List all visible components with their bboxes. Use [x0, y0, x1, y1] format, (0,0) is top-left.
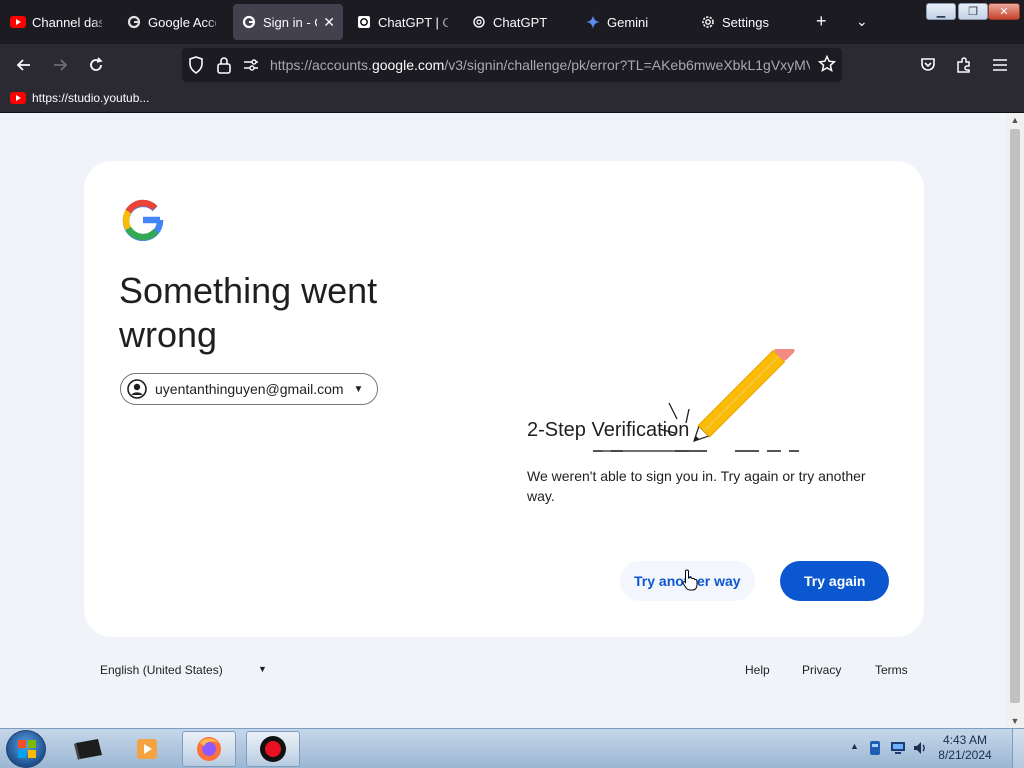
pocket-icon[interactable] — [914, 52, 942, 78]
minimize-window-button[interactable]: ▁ — [926, 3, 956, 20]
browser-tab-strip: Channel dash Google Acco Sign in - G ✕ C… — [0, 0, 1024, 44]
close-tab-icon[interactable]: ✕ — [323, 14, 335, 31]
terms-link[interactable]: Terms — [875, 663, 908, 677]
error-message: We weren't able to sign you in. Try agai… — [527, 468, 866, 504]
media-player-icon[interactable] — [120, 731, 174, 767]
bookmark-label: https://studio.youtub... — [32, 91, 150, 105]
sign-in-card: Something went wrong uyentanthinguyen@gm… — [84, 161, 924, 637]
gear-icon — [700, 14, 716, 30]
help-link[interactable]: Help — [745, 663, 770, 677]
privacy-link[interactable]: Privacy — [802, 663, 841, 677]
page-title: Something went wrong — [119, 270, 378, 355]
tab-settings[interactable]: Settings — [692, 4, 800, 40]
show-hidden-icons-chevron-icon[interactable]: ▲ — [850, 741, 859, 751]
show-desktop-button[interactable] — [1012, 729, 1024, 768]
address-bar[interactable]: https://accounts.google.com/v3/signin/ch… — [182, 48, 842, 82]
lock-icon[interactable] — [216, 56, 232, 79]
account-email: uyentanthinguyen@gmail.com — [155, 381, 344, 397]
scrollbar-thumb[interactable] — [1010, 129, 1020, 703]
clock-time: 4:43 AM — [942, 733, 988, 747]
caret-down-icon: ▼ — [258, 664, 267, 674]
tab-label: Settings — [722, 14, 769, 30]
firefox-taskbar-icon[interactable] — [182, 731, 236, 767]
account-chooser-button[interactable]: uyentanthinguyen@gmail.com ▼ — [120, 373, 379, 405]
network-icon[interactable] — [890, 741, 906, 760]
google-logo-icon — [122, 199, 164, 246]
chatgpt-icon — [356, 14, 372, 30]
tab-label: Sign in - G — [263, 14, 317, 30]
system-tray: ▲ 4:43 AM 8/21/2024 — [844, 729, 1024, 768]
try-again-button[interactable]: Try again — [780, 561, 890, 601]
youtube-icon — [10, 14, 26, 30]
account-circle-icon — [127, 379, 147, 399]
gemini-icon — [585, 14, 601, 30]
back-arrow-icon[interactable] — [10, 52, 38, 78]
vertical-scrollbar[interactable]: ▲ ▼ — [1006, 113, 1024, 728]
shield-icon[interactable] — [188, 56, 204, 79]
list-all-tabs-chevron-icon[interactable]: ⌄ — [856, 10, 868, 32]
forward-arrow-icon[interactable] — [46, 52, 74, 78]
taskbar-app-icon[interactable] — [62, 731, 116, 767]
tab-label: Gemini — [607, 14, 649, 30]
tab-gemini[interactable]: Gemini — [577, 4, 685, 40]
tab-label: ChatGPT — [493, 14, 548, 30]
youtube-icon — [10, 92, 26, 104]
google-icon — [126, 14, 142, 30]
extensions-puzzle-icon[interactable] — [950, 52, 978, 78]
hamburger-menu-icon[interactable] — [986, 52, 1014, 78]
browser-navigation-bar: https://accounts.google.com/v3/signin/ch… — [0, 44, 1024, 86]
verification-subtitle: 2-Step Verification — [527, 419, 690, 441]
tab-chatgpt[interactable]: ChatGPT — [463, 4, 571, 40]
site-permissions-icon[interactable] — [242, 57, 260, 78]
language-selector[interactable]: English (United States) ▼ — [100, 663, 267, 677]
url-text[interactable]: https://accounts.google.com/v3/signin/ch… — [270, 57, 810, 73]
start-button[interactable] — [6, 730, 46, 768]
clock-date: 8/21/2024 — [938, 748, 992, 762]
hand-cursor-icon — [682, 569, 698, 591]
scroll-up-arrow-icon[interactable]: ▲ — [1006, 113, 1024, 127]
tab-google-account[interactable]: Google Acco — [118, 4, 224, 40]
google-icon — [241, 14, 257, 30]
reload-icon[interactable] — [82, 52, 110, 78]
tray-app-icon[interactable] — [868, 740, 882, 761]
tab-channel-dashboard[interactable]: Channel dash — [2, 4, 110, 40]
bookmarks-toolbar: https://studio.youtub... — [0, 86, 1024, 113]
language-label: English (United States) — [100, 663, 223, 677]
volume-icon[interactable] — [912, 740, 928, 761]
page-viewport: Something went wrong uyentanthinguyen@gm… — [0, 113, 1006, 728]
restore-window-button[interactable]: ❐ — [958, 3, 988, 20]
tab-sign-in[interactable]: Sign in - G ✕ — [233, 4, 343, 40]
close-window-button[interactable]: ✕ — [988, 3, 1020, 20]
pencil-illustration — [589, 340, 809, 459]
taskbar-clock[interactable]: 4:43 AM 8/21/2024 — [930, 733, 1000, 763]
caret-down-icon: ▼ — [353, 383, 364, 395]
new-tab-plus-icon[interactable]: + — [816, 10, 827, 32]
bookmark-star-icon[interactable] — [817, 54, 837, 78]
tab-chatgpt-openai[interactable]: ChatGPT | Op — [348, 4, 456, 40]
chatgpt-icon — [471, 14, 487, 30]
screen-recorder-icon[interactable] — [246, 731, 300, 767]
scroll-down-arrow-icon[interactable]: ▼ — [1006, 714, 1024, 728]
windows-taskbar: ▲ 4:43 AM 8/21/2024 — [0, 728, 1024, 768]
bookmark-item[interactable]: https://studio.youtub... — [10, 91, 149, 105]
